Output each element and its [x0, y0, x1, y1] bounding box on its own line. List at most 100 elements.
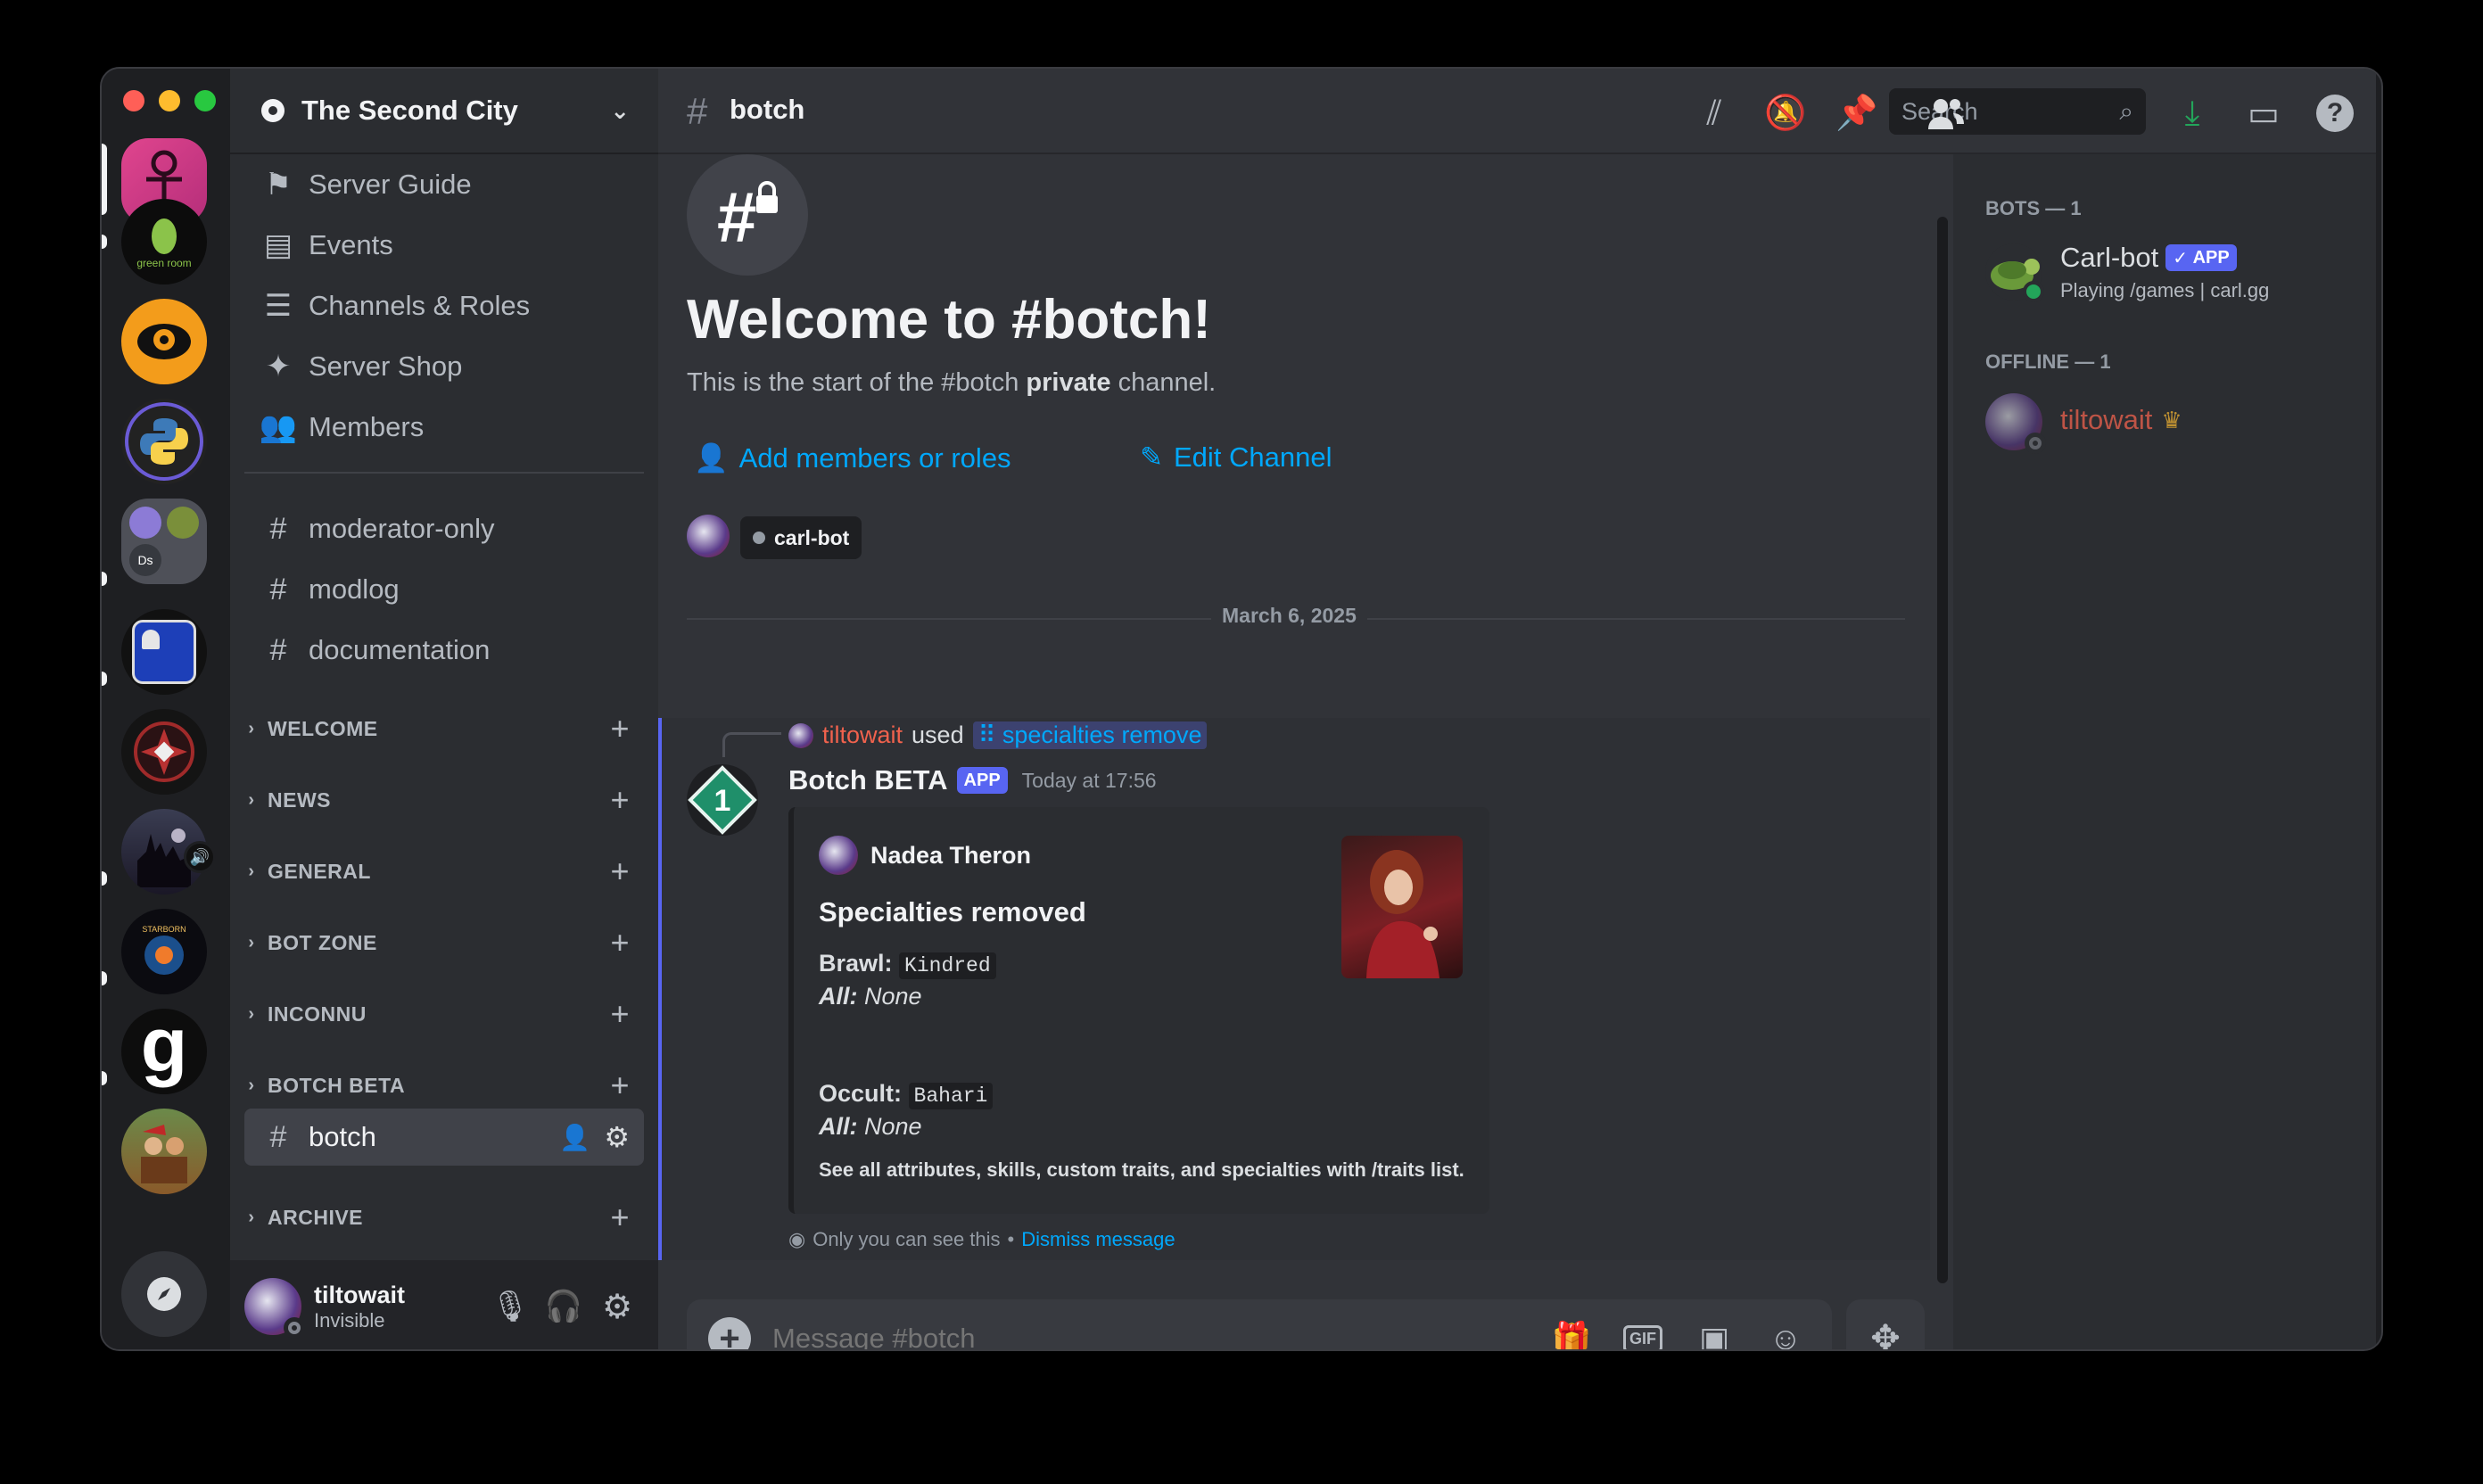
- server-icon-green-room[interactable]: green room: [121, 199, 207, 284]
- emoji-icon[interactable]: ☺: [1750, 1320, 1821, 1349]
- minimize-window-button[interactable]: [159, 90, 180, 111]
- speaker-icon: 🔊: [184, 841, 216, 873]
- server-header[interactable]: The Second City ⌄: [230, 69, 658, 154]
- headphones-icon[interactable]: 🎧: [537, 1289, 590, 1324]
- dismiss-message-link[interactable]: Dismiss message: [1021, 1228, 1175, 1251]
- zoom-window-button[interactable]: [194, 90, 216, 111]
- invite-member-icon[interactable]: 👤: [559, 1123, 590, 1152]
- member-chip[interactable]: carl-bot: [740, 516, 862, 559]
- category-botch-beta[interactable]: › BOTCH BETA +: [241, 1067, 644, 1104]
- bot-avatar[interactable]: 1: [687, 764, 758, 836]
- gift-icon[interactable]: 🎁: [1536, 1320, 1607, 1349]
- notification-muted-icon[interactable]: 🔕: [1764, 92, 1807, 135]
- add-channel-plus-icon[interactable]: +: [610, 924, 630, 961]
- username: tiltowait: [314, 1281, 405, 1308]
- edit-channel-link[interactable]: ✎ Edit Channel: [1140, 441, 1332, 474]
- channel-moderator-only[interactable]: # moderator-only: [244, 500, 644, 557]
- unread-pill: [102, 871, 107, 886]
- reply-username[interactable]: tiltowait: [822, 721, 903, 749]
- pencil-icon: ✎: [1140, 441, 1163, 473]
- add-channel-plus-icon[interactable]: +: [610, 995, 630, 1033]
- chevron-down-icon: ⌄: [610, 96, 630, 124]
- category-bot-zone[interactable]: › BOT ZONE +: [241, 924, 644, 961]
- embed-thumbnail[interactable]: [1341, 836, 1463, 978]
- compass-icon: [147, 1277, 181, 1311]
- server-icon-ghost[interactable]: [121, 609, 207, 695]
- user-avatar[interactable]: [244, 1278, 305, 1339]
- people-icon: [1928, 99, 1964, 129]
- user-info[interactable]: tiltowait Invisible: [314, 1282, 483, 1332]
- microphone-icon[interactable]: 🎙: [483, 1289, 537, 1324]
- chevron-right-icon: ›: [248, 932, 255, 952]
- field-code: Bahari: [908, 1083, 994, 1109]
- add-channel-plus-icon[interactable]: +: [610, 1199, 630, 1236]
- welcome-sub-post: channel.: [1110, 368, 1217, 397]
- nav-label: Events: [309, 229, 393, 260]
- offline-user-row[interactable]: tiltowait ♛: [2060, 404, 2182, 436]
- category-inconnu[interactable]: › INCONNU +: [241, 995, 644, 1033]
- field-sub-label: All:: [819, 1113, 858, 1140]
- carl-bot-avatar[interactable]: [1985, 243, 2044, 302]
- channel-modlog[interactable]: # modlog: [244, 561, 644, 618]
- server-icon-python[interactable]: [121, 399, 207, 484]
- server-icon-eye[interactable]: [121, 299, 207, 384]
- embed-title: Specialties removed: [819, 896, 1086, 928]
- nav-server-guide[interactable]: ⚑ Server Guide: [244, 156, 644, 213]
- pinned-messages-icon[interactable]: 📌: [1835, 92, 1878, 135]
- discover-servers-button[interactable]: [121, 1251, 207, 1337]
- members-toggle-icon[interactable]: [1925, 92, 1967, 135]
- category-news[interactable]: › NEWS +: [241, 781, 644, 819]
- member-avatar[interactable]: [687, 515, 730, 557]
- nav-channels-roles[interactable]: ☰ Channels & Roles: [244, 277, 644, 334]
- channel-name: botch: [309, 1121, 376, 1152]
- category-label: INCONNU: [268, 1002, 367, 1026]
- channel-settings-gear-icon[interactable]: ⚙: [604, 1120, 630, 1154]
- folder-server-icon: Ds: [129, 544, 161, 576]
- ephemeral-separator: •: [1007, 1228, 1015, 1250]
- inbox-icon[interactable]: ▭: [2242, 92, 2285, 135]
- apps-launcher-icon[interactable]: ✥: [1846, 1299, 1925, 1349]
- server-icon-stardew[interactable]: STARBORN: [121, 909, 207, 994]
- add-channel-plus-icon[interactable]: +: [610, 853, 630, 890]
- carl-bot-name-row[interactable]: Carl-bot ✓ APP: [2060, 242, 2237, 274]
- threads-icon[interactable]: ⫽: [1693, 92, 1736, 135]
- category-general[interactable]: › GENERAL +: [241, 853, 644, 889]
- help-icon[interactable]: ?: [2314, 92, 2356, 135]
- message-author[interactable]: Botch BETA: [788, 764, 948, 796]
- add-members-link[interactable]: 👤 Add members or roles: [694, 441, 1011, 474]
- nav-server-shop[interactable]: ✦ Server Shop: [244, 338, 644, 395]
- channel-documentation[interactable]: # documentation: [244, 622, 644, 679]
- sticker-icon[interactable]: ▣: [1679, 1320, 1750, 1349]
- server-folder[interactable]: Ds: [121, 499, 207, 584]
- category-welcome[interactable]: › WELCOME +: [241, 710, 644, 747]
- welcome-subtitle: This is the start of the #botch private …: [687, 368, 1216, 398]
- add-channel-plus-icon[interactable]: +: [610, 781, 630, 819]
- nav-members[interactable]: 👥 Members: [244, 399, 644, 456]
- close-window-button[interactable]: [123, 90, 144, 111]
- scrollbar[interactable]: [1937, 217, 1948, 1283]
- offline-user-avatar[interactable]: [1985, 393, 2046, 454]
- bots-header: BOTS — 1: [1985, 197, 2082, 219]
- attach-plus-icon[interactable]: +: [708, 1317, 751, 1349]
- nav-events[interactable]: ▤ Events: [244, 217, 644, 274]
- server-icon-emblem[interactable]: [121, 709, 207, 795]
- message-input[interactable]: [772, 1323, 1536, 1349]
- user-settings-gear-icon[interactable]: ⚙: [590, 1287, 644, 1327]
- gif-button[interactable]: GIF: [1607, 1324, 1679, 1349]
- slash-command-chip[interactable]: ⠿ specialties remove: [972, 721, 1208, 749]
- add-channel-plus-icon[interactable]: +: [610, 710, 630, 747]
- server-icon-g[interactable]: g: [121, 1009, 207, 1094]
- category-archive[interactable]: › ARCHIVE +: [241, 1199, 644, 1236]
- download-icon[interactable]: ⤓: [2171, 92, 2214, 135]
- welcome-sub-pre: This is the start of the #botch: [687, 368, 1027, 397]
- shop-icon: ✦: [265, 350, 292, 383]
- offline-username: tiltowait: [2060, 404, 2153, 435]
- chevron-right-icon: ›: [248, 861, 255, 881]
- svg-text:green room: green room: [136, 257, 191, 269]
- add-channel-plus-icon[interactable]: +: [610, 1067, 630, 1104]
- python-logo-icon: [140, 418, 188, 465]
- server-icon-group[interactable]: [121, 1109, 207, 1194]
- locked-hash-icon: #: [687, 90, 708, 132]
- channel-botch-active[interactable]: # botch 👤 ⚙: [244, 1109, 644, 1166]
- app-window: green room Ds 🔊 STARBORN g The Second Ci…: [100, 67, 2383, 1351]
